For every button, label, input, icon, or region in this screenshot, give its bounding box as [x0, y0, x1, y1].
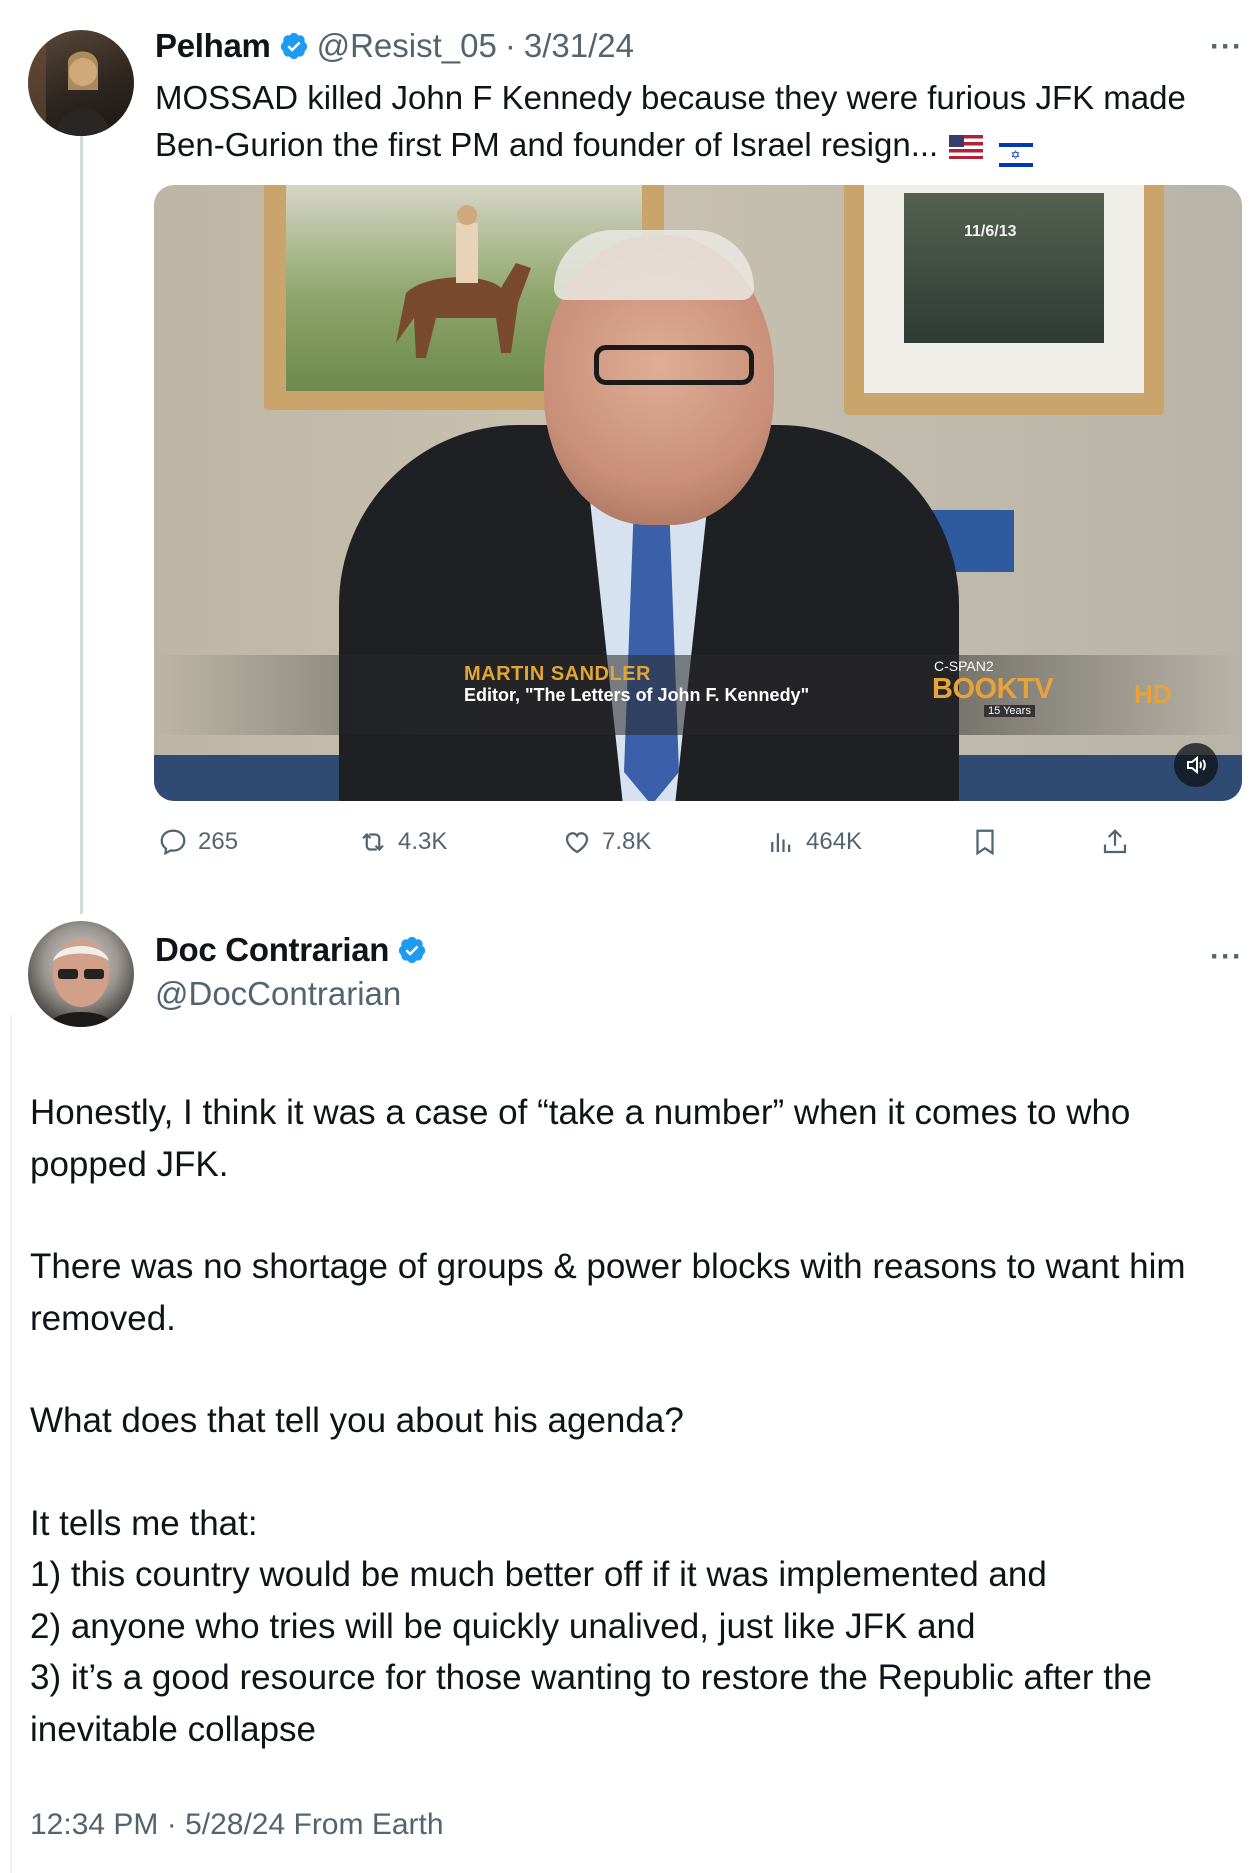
post-timestamp[interactable]: 12:34 PM · 5/28/24 From Earth: [30, 1808, 444, 1842]
network-logo: C-SPAN2: [934, 658, 994, 674]
bookmark-button[interactable]: [970, 822, 1000, 862]
repost-count: 4.3K: [398, 828, 448, 855]
list-intro: It tells me that:: [30, 1503, 258, 1543]
anniversary-badge: 15 Years: [984, 705, 1035, 717]
more-options-icon[interactable]: ···: [1210, 30, 1243, 64]
more-options-icon[interactable]: ···: [1210, 940, 1243, 974]
separator-dot: ·: [504, 27, 516, 64]
divider: [10, 1015, 12, 1873]
thread-connector-line: [80, 136, 83, 914]
reply-count: 265: [198, 828, 239, 855]
lower-third-title: Editor, "The Letters of John F. Kennedy": [464, 685, 810, 705]
tweet2-text: Honestly, I think it was a case of “take…: [30, 1087, 1250, 1755]
verified-badge-icon: [399, 936, 426, 964]
speaker-glasses: [594, 345, 754, 385]
tweet1-text: MOSSAD killed John F Kennedy because the…: [155, 74, 1235, 168]
video-player[interactable]: 11/6/13 MARTIN SANDLER Editor, "The Lett…: [154, 185, 1242, 801]
avatar-pelham-image: [28, 30, 110, 136]
list-item: 3) it’s a good resource for those wantin…: [30, 1658, 1152, 1749]
reply-button[interactable]: 265: [158, 822, 238, 862]
list-item: 1) this country would be much better off…: [30, 1555, 1047, 1594]
author-handle[interactable]: @DocContrarian: [155, 975, 401, 1013]
reply-icon: [160, 829, 186, 856]
author-name[interactable]: Pelham: [155, 27, 271, 65]
paragraph: What does that tell you about his agenda…: [30, 1401, 684, 1440]
avatar-doc-contrarian-image: [48, 939, 114, 1027]
volume-button[interactable]: [1174, 743, 1218, 787]
avatar-pelham[interactable]: [28, 30, 134, 136]
share-button[interactable]: [1100, 822, 1130, 862]
lower-third-name: MARTIN SANDLER: [464, 663, 651, 685]
speaker-hair: [554, 230, 754, 300]
wall-photo-frame-right: 11/6/13: [844, 185, 1164, 415]
repost-button[interactable]: 4.3K: [358, 822, 447, 862]
verified-badge-icon: [280, 32, 307, 60]
like-button[interactable]: 7.8K: [562, 822, 651, 862]
author-name[interactable]: Doc Contrarian: [155, 931, 389, 969]
tweet1-header: Pelham @Resist_05 · 3/31/24: [155, 24, 634, 68]
repost-icon: [362, 832, 384, 852]
bookmark-icon: [976, 829, 994, 856]
heart-icon: [565, 832, 589, 854]
analytics-icon: [771, 833, 791, 852]
show-logo: BOOKTV: [932, 673, 1054, 705]
paragraph: Honestly, I think it was a case of “take…: [30, 1093, 1131, 1184]
tweet2-header: Doc Contrarian: [155, 928, 427, 972]
hd-badge: HD: [1134, 679, 1172, 709]
share-icon: [1103, 829, 1127, 854]
avatar-doc-contrarian[interactable]: [28, 921, 134, 1027]
post-date[interactable]: 3/31/24: [524, 27, 634, 65]
israel-flag-icon: ✡: [998, 143, 1033, 167]
wall-photo-right: 11/6/13: [864, 185, 1144, 393]
street-photo: [904, 193, 1104, 343]
paragraph: There was no shortage of groups & power …: [30, 1247, 1186, 1338]
view-count: 464K: [806, 828, 863, 855]
like-count: 7.8K: [602, 828, 652, 855]
views-button[interactable]: 464K: [766, 822, 862, 862]
author-handle[interactable]: @Resist_05: [317, 27, 497, 65]
list-item: 2) anyone who tries will be quickly unal…: [30, 1606, 976, 1646]
us-flag-icon: [949, 135, 984, 159]
speaker-volume-icon: [1187, 755, 1206, 775]
video-date-stamp: 11/6/13: [964, 223, 1017, 240]
